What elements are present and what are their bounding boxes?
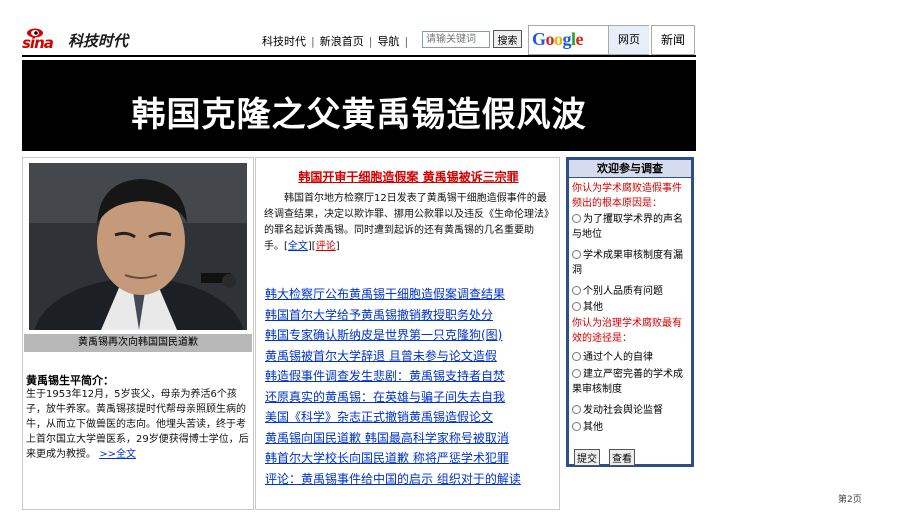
- poll-option[interactable]: 建立严密完善的学术成果审核制度: [572, 367, 692, 397]
- poll-option[interactable]: 通过个人的自律: [572, 350, 692, 365]
- bio-body: 生于1953年12月，5岁丧父，母亲为养活6个孩子，放牛养家。黄禹锡孩提时代帮母…: [26, 389, 249, 460]
- poll-option[interactable]: 学术成果审核制度有漏洞: [572, 248, 692, 278]
- list-item: 韩首尔大学校长向国民道歉 称将严惩学术犯罪: [265, 448, 557, 469]
- radio-button[interactable]: [572, 302, 581, 311]
- option-label: 通过个人的自律: [583, 352, 653, 363]
- option-label: 发动社会舆论监督: [583, 405, 663, 416]
- radio-button[interactable]: [572, 369, 581, 378]
- banner: 韩国克隆之父黄禹锡造假风波: [22, 60, 696, 151]
- portrait-illustration: [29, 163, 247, 330]
- poll-submit-button[interactable]: 提交: [574, 449, 600, 466]
- poll-option[interactable]: 其他: [572, 300, 692, 315]
- left-column: 黄禹锡再次向韩国国民道歉 黄禹锡生平简介： 生于1953年12月，5岁丧父，母亲…: [22, 157, 254, 510]
- sina-logo-text: sina: [22, 34, 54, 52]
- news-link[interactable]: 黄禹锡被首尔大学辞退 且曾未参与论文造假: [265, 349, 497, 363]
- list-item: 评论：黄禹锡事件给中国的启示 组织对于的解读: [265, 469, 557, 490]
- poll-option[interactable]: 其他: [572, 420, 692, 435]
- news-list: 韩大检察厅公布黄禹锡干细胞造假案调查结果 韩国首尔大学给予黄禹锡撤销教授职务处分…: [265, 284, 557, 489]
- list-item: 韩造假事件调查发生悲剧：黄禹锡支持者自焚: [265, 366, 557, 387]
- radio-button[interactable]: [572, 352, 581, 361]
- list-item: 黄禹锡向国民道歉 韩国最高科学家称号被取消: [265, 428, 557, 449]
- radio-button[interactable]: [572, 405, 581, 414]
- nav-link-sina-home[interactable]: 新浪首页: [320, 35, 364, 48]
- nav-separator: |: [311, 35, 315, 48]
- news-link[interactable]: 韩首尔大学校长向国民道歉 称将严惩学术犯罪: [265, 451, 509, 465]
- survey-poll: 欢迎参与调查 你认为学术腐败造假事件频出的根本原因是： 为了攫取学术界的声名与地…: [566, 157, 694, 467]
- nav-link-navigation[interactable]: 导航: [377, 35, 399, 48]
- poll-question-1: 你认为学术腐败造假事件频出的根本原因是：: [572, 183, 682, 209]
- page-number: 第2页: [838, 495, 862, 505]
- list-item: 韩国首尔大学给予黄禹锡撤销教授职务处分: [265, 305, 557, 326]
- option-label: 学术成果审核制度有漏洞: [572, 250, 683, 276]
- option-label: 建立严密完善的学术成果审核制度: [572, 369, 683, 395]
- news-link[interactable]: 韩国专家确认斯纳皮是世界第一只克隆狗(图): [265, 328, 502, 342]
- radio-button[interactable]: [572, 214, 581, 223]
- list-item: 美国《科学》杂志正式撤销黄禹锡造假论文: [265, 407, 557, 428]
- option-label: 为了攫取学术界的声名与地位: [572, 214, 683, 240]
- news-link[interactable]: 评论：黄禹锡事件给中国的启示 组织对于的解读: [265, 472, 521, 486]
- portrait-photo[interactable]: [29, 163, 247, 330]
- news-link[interactable]: 美国《科学》杂志正式撤销黄禹锡造假论文: [265, 410, 493, 424]
- list-item: 还原真实的黄禹锡：在英雄与骗子间失去自我: [265, 387, 557, 408]
- nav-separator: |: [404, 35, 409, 48]
- channel-title: 科技时代: [68, 32, 129, 50]
- poll-view-button[interactable]: 查看: [609, 449, 635, 466]
- option-label: 个别人品质有问题: [583, 286, 663, 297]
- news-link[interactable]: 韩造假事件调查发生悲剧：黄禹锡支持者自焚: [265, 369, 505, 383]
- radio-button[interactable]: [572, 250, 581, 259]
- poll-option[interactable]: 发动社会舆论监督: [572, 403, 692, 418]
- search-button[interactable]: 搜索: [493, 30, 522, 48]
- lead-paragraph: 韩国首尔地方检察厅12日发表了黄禹锡干细胞造假事件的最终调查结果，决定以欺诈罪、…: [264, 193, 549, 252]
- bio-more-link[interactable]: >>全文: [99, 449, 136, 460]
- news-link[interactable]: 还原真实的黄禹锡：在英雄与骗子间失去自我: [265, 390, 505, 404]
- top-bar: sina 科技时代 科技时代 | 新浪首页 | 导航 | 搜索 Google 网页 新闻: [22, 22, 696, 57]
- radio-button[interactable]: [572, 286, 581, 295]
- photo-caption: 黄禹锡再次向韩国国民道歉: [24, 334, 252, 352]
- google-search-box[interactable]: Google 网页: [528, 25, 649, 55]
- main-headline[interactable]: 韩国开审干细胞造假案 黄禹锡被诉三宗罪: [256, 168, 561, 185]
- radio-button[interactable]: [572, 422, 581, 431]
- middle-column: 韩国开审干细胞造假案 黄禹锡被诉三宗罪 韩国首尔地方检察厅12日发表了黄禹锡干细…: [255, 157, 560, 510]
- sina-logo[interactable]: sina: [22, 26, 62, 52]
- poll-option[interactable]: 为了攫取学术界的声名与地位: [572, 212, 692, 242]
- news-link[interactable]: 韩国首尔大学给予黄禹锡撤销教授职务处分: [265, 308, 493, 322]
- list-item: 黄禹锡被首尔大学辞退 且曾未参与论文造假: [265, 346, 557, 367]
- nav-separator: |: [368, 35, 373, 48]
- full-text-link[interactable]: 全文: [288, 241, 308, 252]
- tab-news[interactable]: 新闻: [651, 25, 695, 55]
- banner-title: 韩国克隆之父黄禹锡造假风波: [131, 95, 587, 135]
- top-nav: 科技时代 | 新浪首页 | 导航 |: [262, 33, 413, 49]
- news-link[interactable]: 韩大检察厅公布黄禹锡干细胞造假案调查结果: [265, 287, 505, 301]
- comment-link[interactable]: 评论: [316, 241, 336, 252]
- option-label: 其他: [583, 422, 603, 433]
- tab-web[interactable]: 网页: [608, 26, 649, 54]
- webpage: sina 科技时代 科技时代|新浪首页|导航| 搜索 Google 网页 新闻 …: [22, 22, 696, 510]
- google-logo: Google: [532, 29, 584, 49]
- option-label: 其他: [583, 302, 603, 313]
- bio-title: 黄禹锡生平简介：: [26, 374, 114, 387]
- poll-question-2: 你认为治理学术腐败最有效的途径是：: [572, 318, 682, 344]
- search-input[interactable]: [422, 31, 490, 48]
- poll-option[interactable]: 个别人品质有问题: [572, 284, 692, 299]
- nav-link-tech[interactable]: 科技时代: [262, 35, 306, 48]
- list-item: 韩大检察厅公布黄禹锡干细胞造假案调查结果: [265, 284, 557, 305]
- poll-title: 欢迎参与调查: [569, 160, 691, 178]
- news-link[interactable]: 黄禹锡向国民道歉 韩国最高科学家称号被取消: [265, 431, 509, 445]
- list-item: 韩国专家确认斯纳皮是世界第一只克隆狗(图): [265, 325, 557, 346]
- bio-text: 生于1953年12月，5岁丧父，母亲为养活6个孩子，放牛养家。黄禹锡孩提时代帮母…: [26, 387, 252, 462]
